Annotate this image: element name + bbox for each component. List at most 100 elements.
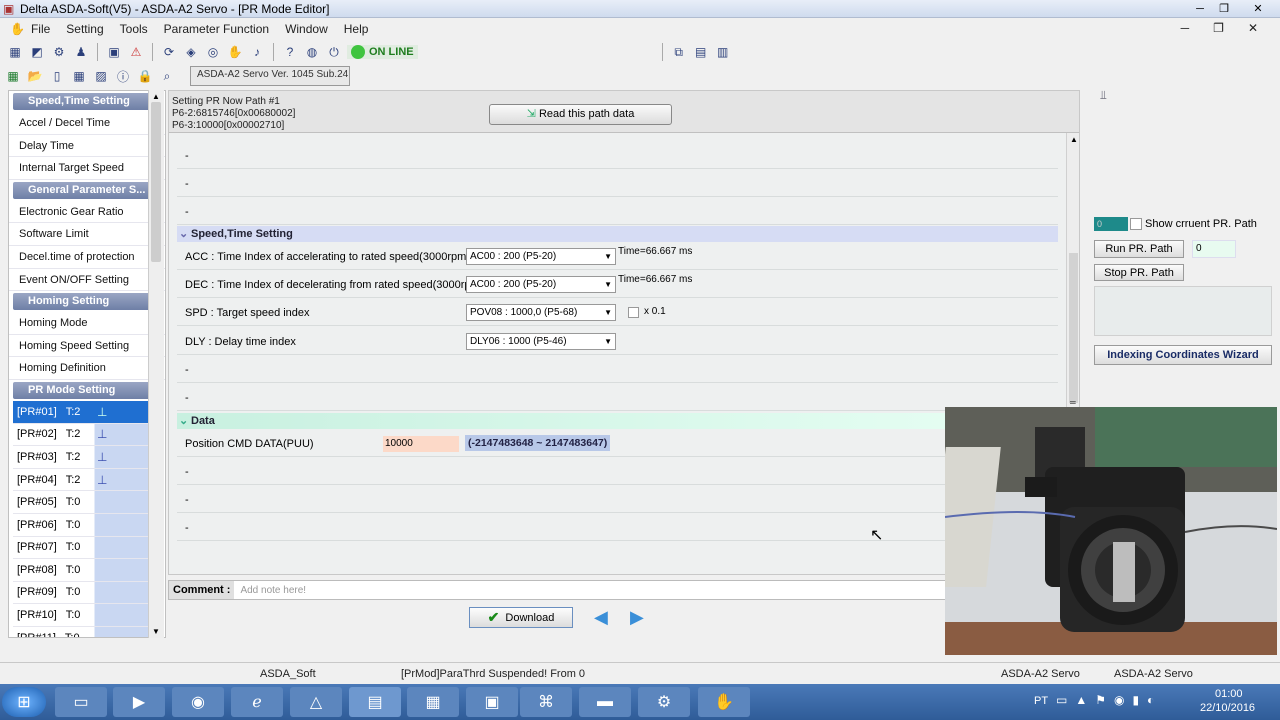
sidebar-scrollbar[interactable]: ▲ ▼ [148, 90, 164, 638]
pr-path-item[interactable]: [PR#11] T:0 [13, 626, 161, 637]
cascade-icon[interactable]: ⧉ [670, 43, 688, 61]
minimize-button[interactable]: ─ [1188, 0, 1212, 18]
sidebar-section-pr-mode[interactable]: PR Mode Setting [13, 381, 161, 399]
next-path-arrow-icon[interactable]: ▶ [630, 607, 644, 628]
open-folder-icon[interactable]: 📂 [26, 67, 44, 85]
network-tool-icon[interactable]: ▦ [407, 687, 459, 717]
mdi-minimize-button[interactable]: ─ [1181, 21, 1190, 35]
editor-scrollbar[interactable]: ▲ ═ [1066, 133, 1079, 408]
sidebar-item-software-limit[interactable]: Software Limit [9, 223, 165, 246]
pr-path-item[interactable]: [PR#10] T:0 [13, 604, 161, 627]
tile-horizontal-icon[interactable]: ▤ [692, 43, 710, 61]
info-icon[interactable]: ⓘ [114, 67, 132, 85]
sidebar-item-homing-speed[interactable]: Homing Speed Setting [9, 335, 165, 358]
network-icon[interactable]: ◎ [204, 43, 222, 61]
excel-icon[interactable]: ▦ [4, 67, 22, 85]
chrome-icon[interactable]: ◉ [172, 687, 224, 717]
hand-icon[interactable]: ✋ [226, 43, 244, 61]
gear-icon[interactable]: ⚙ [50, 43, 68, 61]
parameter-icon[interactable]: ▦ [6, 43, 24, 61]
sidebar-section-speed-time[interactable]: Speed,Time Setting [13, 93, 161, 110]
user-icon[interactable]: ♟ [72, 43, 90, 61]
chart-icon[interactable]: ▨ [92, 67, 110, 85]
start-button-icon[interactable]: ⊞ [2, 687, 46, 717]
acrobat-icon[interactable]: ⌘ [520, 687, 572, 717]
sidebar-item-event-onoff[interactable]: Event ON/OFF Setting [9, 269, 165, 292]
warning-icon[interactable]: ⚠ [127, 43, 145, 61]
pin-icon[interactable]: ⫫ [1100, 88, 1107, 103]
sidebar-item-decel-protection[interactable]: Decel.time of protection [9, 246, 165, 269]
diagnosis-icon[interactable]: ◈ [182, 43, 200, 61]
pr-path-item[interactable]: [PR#05] T:0 [13, 491, 161, 514]
servo-tool-icon[interactable]: ⚙ [638, 687, 690, 717]
pr-path-item[interactable]: [PR#09] T:0 [13, 581, 161, 605]
indexing-wizard-button[interactable]: Indexing Coordinates Wizard [1094, 345, 1272, 365]
run-path-input[interactable]: 0 [1192, 240, 1236, 258]
globe-icon[interactable]: ◍ [303, 43, 321, 61]
screen-recorder-icon[interactable]: ▣ [466, 687, 518, 717]
menu-parameter-function[interactable]: Parameter Function [164, 22, 269, 36]
sidebar-section-general[interactable]: General Parameter S... [13, 181, 161, 199]
sidebar-item-homing-mode[interactable]: Homing Mode [9, 312, 165, 335]
acc-select[interactable]: AC00 : 200 (P5-20) ▼ [466, 248, 616, 265]
spd-multiplier-checkbox[interactable] [628, 307, 639, 318]
pr-path-item[interactable]: [PR#08] T:0 [13, 559, 161, 582]
google-drive-icon[interactable]: △ [290, 687, 342, 717]
lock-icon[interactable]: 🔒 [136, 67, 154, 85]
mdi-restore-button[interactable]: ❐ [1213, 21, 1224, 35]
pr-path-item[interactable]: [PR#04] T:2 ⊥ [13, 468, 161, 492]
sidebar-section-homing[interactable]: Homing Setting [13, 293, 161, 311]
grid-icon[interactable]: ▦ [70, 67, 88, 85]
help-icon[interactable]: ? [281, 43, 299, 61]
scope-icon[interactable]: ◩ [28, 43, 46, 61]
sidebar-item-accel-decel[interactable]: Accel / Decel Time [9, 112, 165, 135]
menu-window[interactable]: Window [285, 22, 328, 36]
hand-app-icon[interactable]: ✋ [698, 687, 750, 717]
sidebar-item-delay-time[interactable]: Delay Time [9, 135, 165, 158]
stop-path-button[interactable]: Stop PR. Path [1094, 264, 1184, 281]
section-data[interactable]: ⌄ Data [177, 413, 1058, 429]
language-indicator[interactable]: PT [1034, 695, 1048, 707]
sidebar-item-gear-ratio[interactable]: Electronic Gear Ratio [9, 201, 165, 224]
mdi-close-button[interactable]: ✕ [1248, 21, 1258, 35]
menu-tools[interactable]: Tools [120, 22, 148, 36]
sidebar-item-homing-definition[interactable]: Homing Definition [9, 357, 165, 380]
spd-select[interactable]: POV08 : 1000,0 (P5-68) ▼ [466, 304, 616, 321]
clock-time[interactable]: 01:00 [1215, 688, 1243, 700]
document-tab[interactable]: ASDA-A2 Servo Ver. 1045 Sub.24 [190, 66, 350, 86]
monitor-icon[interactable]: ▣ [105, 43, 123, 61]
download-button[interactable]: ✔ Download [469, 607, 573, 628]
comment-input[interactable]: Add note here! [240, 585, 306, 596]
maximize-button[interactable]: ❐ [1212, 0, 1236, 18]
pr-path-item[interactable]: [PR#07] T:0 [13, 536, 161, 560]
show-current-checkbox[interactable] [1130, 218, 1142, 230]
close-button[interactable]: ✕ [1236, 0, 1280, 18]
document-icon[interactable]: ▯ [48, 67, 66, 85]
pr-path-item[interactable]: [PR#03] T:2 ⊥ [13, 446, 161, 469]
tile-vertical-icon[interactable]: ▥ [714, 43, 732, 61]
sidebar-item-internal-speed[interactable]: Internal Target Speed [9, 157, 165, 180]
file-explorer-icon[interactable]: ▭ [55, 687, 107, 717]
dly-select[interactable]: DLY06 : 1000 (P5-46) ▼ [466, 333, 616, 350]
plug-icon[interactable]: ⏻ [325, 43, 343, 61]
tuning-icon[interactable]: ♪ [248, 43, 266, 61]
menu-help[interactable]: Help [344, 22, 369, 36]
run-path-button[interactable]: Run PR. Path [1094, 240, 1184, 258]
menu-file[interactable]: File [31, 22, 50, 36]
menu-setting[interactable]: Setting [66, 22, 103, 36]
refresh-icon[interactable]: ⟳ [160, 43, 178, 61]
tray-icons[interactable]: ▭▲⚑◉▮◐ [1056, 693, 1162, 707]
search-icon[interactable]: ⌕ [158, 67, 176, 85]
media-player-icon[interactable]: ▶ [113, 687, 165, 717]
read-path-button[interactable]: ⇲ Read this path data [489, 104, 672, 125]
internet-explorer-icon[interactable]: ℯ [231, 687, 283, 717]
dec-select[interactable]: AC00 : 200 (P5-20) ▼ [466, 276, 616, 293]
pr-path-item[interactable]: [PR#02] T:2 ⊥ [13, 423, 161, 447]
prev-path-arrow-icon[interactable]: ◀ [594, 607, 608, 628]
toolbox-icon[interactable]: ▬ [579, 687, 631, 717]
position-input[interactable]: 10000 [383, 436, 459, 452]
asda-soft-icon[interactable]: ▤ [349, 687, 401, 717]
pr-path-item[interactable]: [PR#06] T:0 [13, 513, 161, 537]
pr-path-item[interactable]: [PR#01] T:2 ⊥ [13, 400, 161, 424]
clock-date[interactable]: 22/10/2016 [1200, 702, 1255, 714]
